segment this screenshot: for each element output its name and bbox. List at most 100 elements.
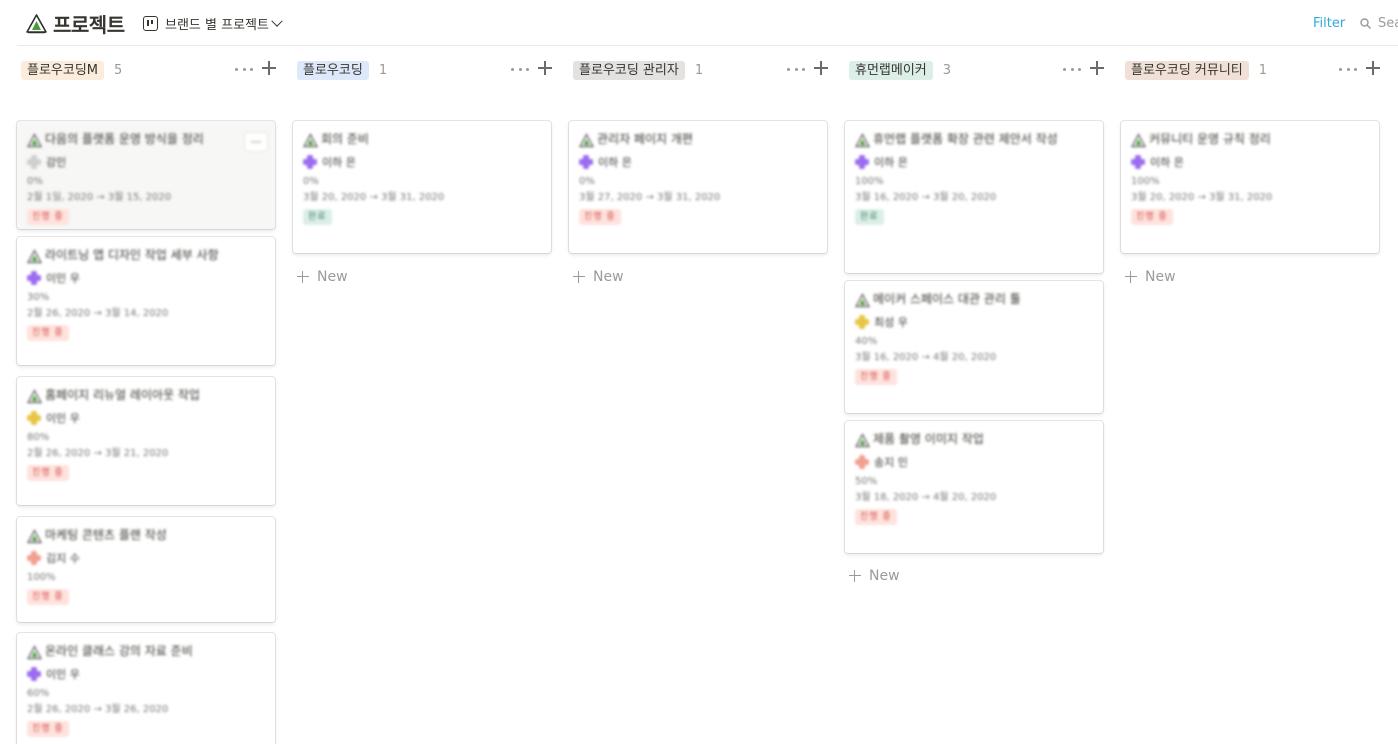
search-icon: [1360, 18, 1371, 29]
card-title-row: 온라인 클래스 강의 자료 준비: [27, 642, 265, 660]
column-tag[interactable]: 플로우코딩 관리자: [573, 60, 685, 80]
plus-icon: [573, 271, 585, 283]
board-column: 플로우코딩M 5 다음의 플랫폼 운영 방식을 정리 강민 0% 2월 1일, 202…: [17, 56, 279, 744]
card-progress: 0%: [27, 176, 43, 187]
add-card-icon[interactable]: [1365, 60, 1381, 76]
new-card-button[interactable]: New: [1125, 269, 1176, 285]
card-title: 다음의 플랫폼 운영 방식을 정리: [45, 132, 204, 146]
assignee-name: 이민 우: [46, 668, 80, 681]
card-assignee: 이하 은: [303, 154, 541, 170]
new-label: New: [593, 269, 624, 285]
assignee-name: 이민 우: [46, 412, 80, 425]
card[interactable]: 라이트닝 앱 디자인 작업 세부 사항 이민 우 30% 2월 26, 2020 → …: [17, 237, 275, 365]
mountain-tent-icon: [27, 389, 42, 404]
column-tag[interactable]: 휴먼랩메이커: [849, 60, 933, 80]
card-progress: 0%: [303, 176, 319, 187]
card-title: 커뮤니티 운영 규칙 정리: [1149, 132, 1271, 146]
card-assignee: 이하 은: [855, 154, 1093, 170]
more-options-icon[interactable]: [1339, 61, 1357, 77]
mountain-tent-icon: [855, 293, 870, 308]
board-column: 플로우코딩 커뮤니티 1 커뮤니티 운영 규칙 정리 이하 은 100% 3월 20,…: [1121, 56, 1383, 285]
card[interactable]: 관리자 페이지 개편 이하 은 0% 3월 27, 2020 → 3월 31, 202…: [569, 121, 827, 253]
plus-icon: [297, 271, 309, 283]
card-title: 라이트닝 앱 디자인 작업 세부 사항: [45, 248, 219, 262]
more-options-icon[interactable]: [1063, 61, 1081, 77]
new-card-button[interactable]: New: [573, 269, 624, 285]
card-assignee: 이하 은: [579, 154, 817, 170]
mountain-tent-icon: [26, 14, 47, 34]
card[interactable]: 제품 촬영 이미지 작업 송지 민 50% 3월 18, 2020 → 4월 20, …: [845, 421, 1103, 553]
status-badge: 진행 중: [27, 721, 69, 737]
new-label: New: [317, 269, 348, 285]
add-card-icon[interactable]: [1089, 60, 1105, 76]
card-assignee: 이민 우: [27, 270, 265, 286]
card[interactable]: 메이커 스페이스 대관 관리 툴 최성 우 40% 3월 16, 2020 → 4월 …: [845, 281, 1103, 413]
header-divider: [17, 45, 1398, 46]
mountain-tent-icon: [27, 529, 42, 544]
avatar: [27, 155, 41, 169]
assignee-name: 송지 민: [874, 456, 908, 469]
plus-icon: [1125, 271, 1137, 283]
card-title-row: 마케팅 콘텐츠 플랜 작성: [27, 526, 265, 544]
avatar: [27, 667, 41, 681]
more-options-icon[interactable]: [511, 61, 529, 77]
card[interactable]: 온라인 클래스 강의 자료 준비 이민 우 60% 2월 26, 2020 → 3월 …: [17, 633, 275, 744]
column-tag[interactable]: 플로우코딩M: [21, 60, 105, 80]
new-label: New: [869, 568, 900, 584]
board-column: 플로우코딩 관리자 1 관리자 페이지 개편 이하 은 0% 3월 27, 2020 …: [569, 56, 831, 285]
column-count: 3: [942, 62, 952, 78]
page-header: 프로젝트 브랜드 별 프로젝트 Filter Sea: [0, 0, 1398, 46]
card-progress: 50%: [855, 476, 878, 487]
view-selector[interactable]: 브랜드 별 프로젝트: [143, 14, 283, 33]
card-assignee: 최성 우: [855, 314, 1093, 330]
new-card-button[interactable]: New: [297, 269, 348, 285]
card[interactable]: 커뮤니티 운영 규칙 정리 이하 은 100% 3월 20, 2020 → 3월 31…: [1121, 121, 1379, 253]
card-title-row: 커뮤니티 운영 규칙 정리: [1131, 130, 1369, 148]
board-view-icon: [143, 16, 158, 31]
search-label: Sea: [1378, 16, 1398, 31]
card[interactable]: 회의 준비이하 은 0% 3월 20, 2020 → 3월 31, 2020 완료: [293, 121, 551, 253]
card-date-range: 3월 20, 2020 → 3월 31, 2020: [303, 192, 445, 203]
assignee-name: 김지 수: [46, 552, 80, 565]
avatar: [579, 155, 593, 169]
card[interactable]: 홈페이지 리뉴얼 레이아웃 작업 이민 우 80% 2월 26, 2020 → 3월 …: [17, 377, 275, 505]
card-title-row: 휴먼랩 플랫폼 확장 관련 제안서 작성: [855, 130, 1093, 148]
column-tag[interactable]: 플로우코딩 커뮤니티: [1125, 60, 1249, 80]
column-header: 휴먼랩메이커 3: [845, 56, 1107, 84]
add-card-icon[interactable]: [813, 60, 829, 76]
assignee-name: 이하 은: [322, 156, 356, 169]
card[interactable]: 마케팅 콘텐츠 플랜 작성 김지 수 100% 진행 중: [17, 517, 275, 622]
avatar: [27, 551, 41, 565]
column-tag[interactable]: 플로우코딩: [297, 60, 369, 80]
mountain-tent-icon: [855, 433, 870, 448]
column-count: 1: [378, 62, 388, 78]
card-options-icon[interactable]: [245, 133, 267, 151]
card-date-range: 2월 26, 2020 → 3월 21, 2020: [27, 448, 169, 459]
status-badge: 진행 중: [855, 369, 897, 385]
card-title: 휴먼랩 플랫폼 확장 관련 제안서 작성: [873, 132, 1058, 146]
add-card-icon[interactable]: [537, 60, 553, 76]
card[interactable]: 다음의 플랫폼 운영 방식을 정리 강민 0% 2월 1일, 2020 → 3월 15…: [17, 121, 275, 229]
status-badge: 진행 중: [1131, 209, 1173, 225]
avatar: [27, 271, 41, 285]
add-card-icon[interactable]: [261, 60, 277, 76]
card-assignee: 이하 은: [1131, 154, 1369, 170]
column-header: 플로우코딩 1: [293, 56, 555, 84]
more-options-icon[interactable]: [235, 61, 253, 77]
board-column: 휴먼랩메이커 3 휴먼랩 플랫폼 확장 관련 제안서 작성 이하 은 100% 3월 …: [845, 56, 1107, 584]
mountain-tent-icon: [27, 645, 42, 660]
mountain-tent-icon: [27, 133, 42, 148]
card-date-range: 3월 20, 2020 → 3월 31, 2020: [1131, 192, 1273, 203]
card-progress: 40%: [855, 336, 878, 347]
new-card-button[interactable]: New: [849, 568, 900, 584]
search-button[interactable]: Sea: [1360, 16, 1398, 31]
more-options-icon[interactable]: [787, 61, 805, 77]
column-count: 1: [1258, 62, 1268, 78]
card-assignee: 이민 우: [27, 410, 265, 426]
card-title-row: 회의 준비: [303, 130, 541, 148]
mountain-tent-icon: [1131, 133, 1146, 148]
status-badge: 완료: [303, 209, 332, 225]
filter-button[interactable]: Filter: [1313, 16, 1345, 31]
view-label: 브랜드 별 프로젝트: [165, 18, 269, 33]
card[interactable]: 휴먼랩 플랫폼 확장 관련 제안서 작성 이하 은 100% 3월 16, 2020 …: [845, 121, 1103, 273]
